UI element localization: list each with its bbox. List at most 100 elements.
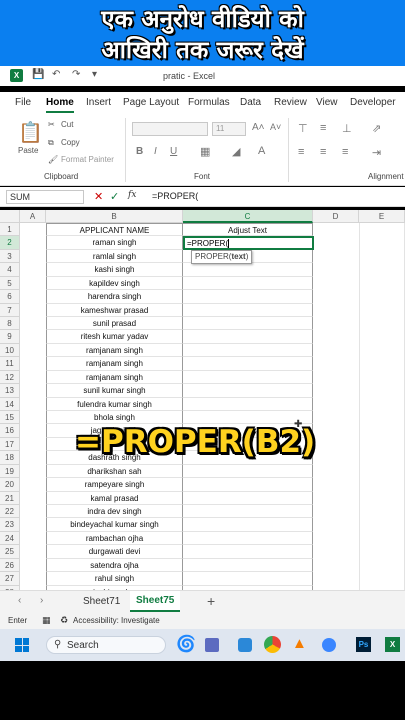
row-header-20[interactable]: 20	[0, 478, 20, 492]
row-header-8[interactable]: 8	[0, 317, 20, 331]
applicant-name-cell[interactable]: harendra singh	[46, 290, 183, 304]
row-header-13[interactable]: 13	[0, 384, 20, 398]
applicant-name-cell[interactable]: kameshwar prasad	[46, 303, 183, 317]
increase-font-icon[interactable]: A˄	[252, 122, 265, 133]
undo-icon[interactable]: ↶	[52, 69, 60, 80]
applicant-name-cell[interactable]: ritesh kumar yadav	[46, 330, 183, 344]
tab-developer[interactable]: Developer	[350, 97, 396, 108]
adjust-text-cell[interactable]	[183, 330, 313, 344]
header-adjust-text[interactable]: Adjust Text	[183, 223, 313, 237]
applicant-name-cell[interactable]: raman singh	[46, 236, 183, 250]
adjust-text-cell[interactable]	[183, 397, 313, 411]
row-header-11[interactable]: 11	[0, 357, 20, 371]
add-sheet-icon[interactable]: +	[207, 593, 215, 609]
indent-icon[interactable]: ⇥	[372, 146, 381, 159]
applicant-name-cell[interactable]: sunil kumar singh	[46, 384, 183, 398]
row-header-2[interactable]: 2	[0, 236, 20, 250]
applicant-name-cell[interactable]: kashi singh	[46, 263, 183, 277]
adjust-text-cell[interactable]	[183, 263, 313, 277]
tab-data[interactable]: Data	[240, 97, 261, 108]
row-header-21[interactable]: 21	[0, 491, 20, 506]
row-header-7[interactable]: 7	[0, 303, 20, 317]
row-header-24[interactable]: 24	[0, 531, 20, 546]
column-header-c[interactable]: C	[183, 210, 313, 223]
accessibility-icon[interactable]: ♻	[60, 615, 68, 626]
row-header-27[interactable]: 27	[0, 572, 20, 586]
column-header-a[interactable]: A	[20, 210, 46, 223]
row-header-25[interactable]: 25	[0, 545, 20, 559]
tab-home[interactable]: Home	[46, 97, 74, 113]
adjust-text-cell[interactable]	[183, 558, 313, 573]
function-tooltip[interactable]: PROPER(text)	[191, 250, 253, 264]
tab-insert[interactable]: Insert	[86, 97, 111, 108]
applicant-name-cell[interactable]: kamal prasad	[46, 491, 183, 506]
windows-start-icon[interactable]	[15, 638, 29, 652]
cut-icon[interactable]: ✂	[48, 120, 55, 129]
applicant-name-cell[interactable]: rampeyare singh	[46, 478, 183, 492]
copy-label[interactable]: Copy	[61, 138, 80, 147]
align-left-icon[interactable]: ≡	[298, 146, 304, 158]
orientation-icon[interactable]: ⇗	[372, 122, 381, 135]
row-header-14[interactable]: 14	[0, 397, 20, 411]
align-center-icon[interactable]: ≡	[320, 146, 326, 158]
applicant-name-cell[interactable]: sunil prasad	[46, 317, 183, 331]
row-header-15[interactable]: 15	[0, 411, 20, 425]
enter-icon[interactable]: ✓	[110, 190, 119, 203]
adjust-text-cell[interactable]	[183, 276, 313, 291]
next-sheet-icon[interactable]: ›	[40, 595, 43, 606]
font-color-icon[interactable]: A	[258, 145, 265, 157]
row-header-16[interactable]: 16	[0, 424, 20, 438]
sheet-tab-sheet71[interactable]: Sheet71	[83, 596, 120, 607]
tab-review[interactable]: Review	[274, 97, 307, 108]
column-header-e[interactable]: E	[359, 210, 405, 223]
applicant-name-cell[interactable]: ramlal singh	[46, 249, 183, 264]
decrease-font-icon[interactable]: A˅	[270, 122, 281, 132]
worksheet-grid[interactable]: A B C D E 1 2 3 4 5 6 7 8 9 10 11 12 13 14 15 16 17 18 19 2…	[0, 210, 405, 590]
accessibility-status[interactable]: Accessibility: Investigate	[73, 616, 160, 625]
row-header-1[interactable]: 1	[0, 223, 20, 237]
adjust-text-cell[interactable]	[183, 384, 313, 398]
photoshop-icon[interactable]: Ps	[356, 637, 371, 652]
adjust-text-cell[interactable]	[183, 491, 313, 506]
format-painter-icon[interactable]: 🖌	[48, 155, 58, 164]
row-header-9[interactable]: 9	[0, 330, 20, 344]
paste-label[interactable]: Paste	[18, 146, 38, 155]
applicant-name-cell[interactable]: kapildev singh	[46, 276, 183, 291]
taskbar-search[interactable]: ⚲ Search	[46, 636, 166, 654]
applicant-name-cell[interactable]: ramjanam singh	[46, 357, 183, 371]
paste-icon[interactable]: 📋	[18, 120, 43, 145]
adjust-text-cell[interactable]	[183, 343, 313, 358]
customize-icon[interactable]: ▾	[92, 69, 97, 80]
applicant-name-cell[interactable]: indra dev singh	[46, 505, 183, 519]
excel-taskbar-icon[interactable]: X	[385, 637, 400, 652]
row-header-19[interactable]: 19	[0, 464, 20, 479]
task-view-icon[interactable]	[205, 638, 219, 652]
insert-function-icon[interactable]: fx	[128, 190, 136, 200]
redo-icon[interactable]: ↷	[72, 69, 80, 80]
underline-icon[interactable]: U	[170, 146, 177, 157]
cancel-icon[interactable]: ✕	[94, 190, 103, 203]
adjust-text-cell[interactable]	[183, 303, 313, 317]
applicant-name-cell[interactable]: ramjanam singh	[46, 370, 183, 385]
font-size-select[interactable]: 11	[212, 122, 246, 136]
row-header-4[interactable]: 4	[0, 263, 20, 277]
applicant-name-cell[interactable]: durgawati devi	[46, 545, 183, 559]
row-header-6[interactable]: 6	[0, 290, 20, 304]
row-header-23[interactable]: 23	[0, 518, 20, 532]
applicant-name-cell[interactable]: rambachan ojha	[46, 531, 183, 546]
cut-label[interactable]: Cut	[61, 120, 73, 129]
italic-icon[interactable]: I	[154, 146, 157, 157]
applicant-name-cell[interactable]: dharikshan sah	[46, 464, 183, 479]
tab-formulas[interactable]: Formulas	[188, 97, 230, 108]
chrome-icon[interactable]	[264, 636, 281, 653]
select-all-corner[interactable]	[0, 210, 20, 223]
name-box[interactable]: SUM	[6, 190, 84, 204]
save-icon[interactable]: 💾	[32, 69, 44, 80]
adjust-text-cell[interactable]	[183, 505, 313, 519]
applicant-name-cell[interactable]: satendra ojha	[46, 558, 183, 573]
applicant-name-cell[interactable]: rahul singh	[46, 572, 183, 586]
active-cell-c2[interactable]: =PROPER(	[183, 236, 314, 250]
tab-view[interactable]: View	[316, 97, 338, 108]
align-right-icon[interactable]: ≡	[342, 146, 348, 158]
adjust-text-cell[interactable]	[183, 464, 313, 479]
